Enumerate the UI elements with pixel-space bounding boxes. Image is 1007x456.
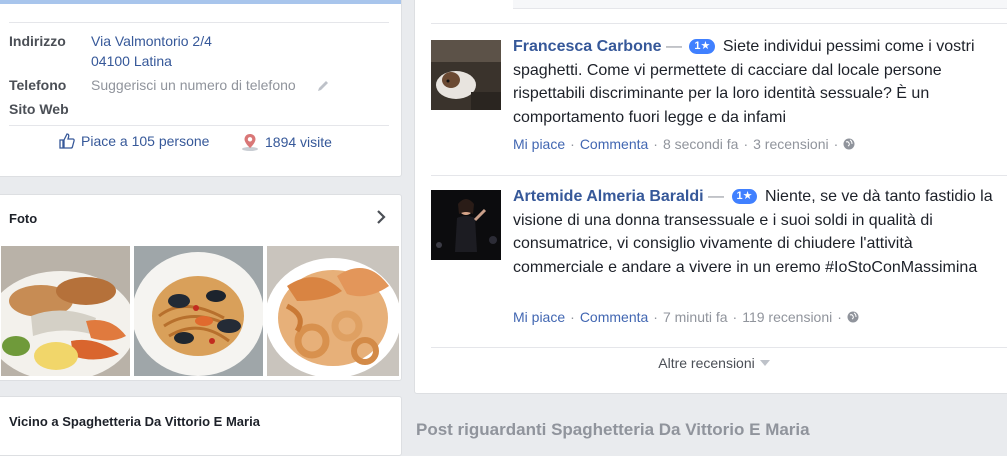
nearby-title[interactable]: Vicino a Spaghetteria Da Vittorio E Mari…	[9, 414, 260, 429]
avatar[interactable]	[431, 190, 501, 260]
page-info-card: Indirizzo Via Valmontorio 2/4 04100 Lati…	[0, 0, 402, 177]
divider	[9, 125, 389, 126]
like-link[interactable]: Mi piace	[513, 136, 565, 152]
photo-thumbnail[interactable]	[1, 246, 130, 376]
address-line1[interactable]: Via Valmontorio 2/4	[91, 33, 212, 49]
review-body: Francesca Carbone — 1★ Siete individui p…	[513, 35, 1003, 129]
review-timestamp[interactable]: 7 minuti fa	[663, 309, 728, 325]
avatar[interactable]	[431, 40, 501, 110]
reviewer-review-count: 119 recensioni	[742, 309, 833, 325]
divider	[431, 347, 1007, 348]
review-author[interactable]: Artemide Almeria Baraldi	[513, 188, 704, 205]
photos-title[interactable]: Foto	[9, 211, 37, 226]
photos-grid	[1, 246, 399, 376]
likes-text: Piace a 105 persone	[81, 133, 210, 149]
comment-link[interactable]: Commenta	[580, 136, 648, 152]
globe-icon[interactable]	[847, 311, 859, 323]
divider	[431, 175, 1007, 176]
review-actions: Mi piace · Commenta · 7 minuti fa · 119 …	[513, 309, 859, 325]
cover-edge	[0, 0, 401, 4]
like-link[interactable]: Mi piace	[513, 309, 565, 325]
photos-card: Foto	[0, 194, 402, 381]
separator-dash: —	[708, 188, 725, 205]
review-composer[interactable]	[513, 0, 1007, 9]
website-label: Sito Web	[9, 101, 69, 117]
checkin-pin-icon	[242, 134, 258, 151]
reviews-card: Francesca Carbone — 1★ Siete individui p…	[414, 0, 1007, 394]
rating-badge: 1★	[731, 189, 758, 204]
review-author[interactable]: Francesca Carbone	[513, 38, 662, 55]
visits-stat[interactable]: 1894 visite	[241, 133, 332, 151]
globe-icon[interactable]	[843, 138, 855, 150]
review-timestamp[interactable]: 8 secondi fa	[663, 136, 739, 152]
divider	[431, 23, 1007, 24]
separator-dash: —	[665, 38, 682, 55]
rating-badge: 1★	[689, 39, 716, 54]
pencil-icon[interactable]	[316, 79, 330, 93]
review-actions: Mi piace · Commenta · 8 secondi fa · 3 r…	[513, 136, 855, 152]
comment-link[interactable]: Commenta	[580, 309, 648, 325]
nearby-card: Vicino a Spaghetteria Da Vittorio E Mari…	[0, 396, 402, 456]
more-reviews-label: Altre recensioni	[658, 355, 755, 371]
photo-thumbnail[interactable]	[267, 246, 399, 376]
thumbs-up-icon	[59, 133, 75, 149]
address-label: Indirizzo	[9, 33, 66, 49]
chevron-right-icon[interactable]	[375, 209, 387, 225]
photo-thumbnail[interactable]	[134, 246, 263, 376]
divider	[9, 22, 389, 23]
review-body: Artemide Almeria Baraldi — 1★ Niente, se…	[513, 185, 1003, 279]
more-reviews-button[interactable]: Altre recensioni	[415, 355, 1007, 371]
visits-text: 1894 visite	[265, 134, 332, 150]
phone-label: Telefono	[9, 77, 67, 93]
posts-section-heading: Post riguardanti Spaghetteria Da Vittori…	[416, 420, 810, 439]
suggest-phone-link[interactable]: Suggerisci un numero di telefono	[91, 77, 296, 93]
address-line2[interactable]: 04100 Latina	[91, 53, 172, 69]
reviewer-review-count: 3 recensioni	[753, 136, 829, 152]
caret-down-icon	[759, 360, 770, 366]
likes-stat[interactable]: Piace a 105 persone	[59, 133, 209, 149]
